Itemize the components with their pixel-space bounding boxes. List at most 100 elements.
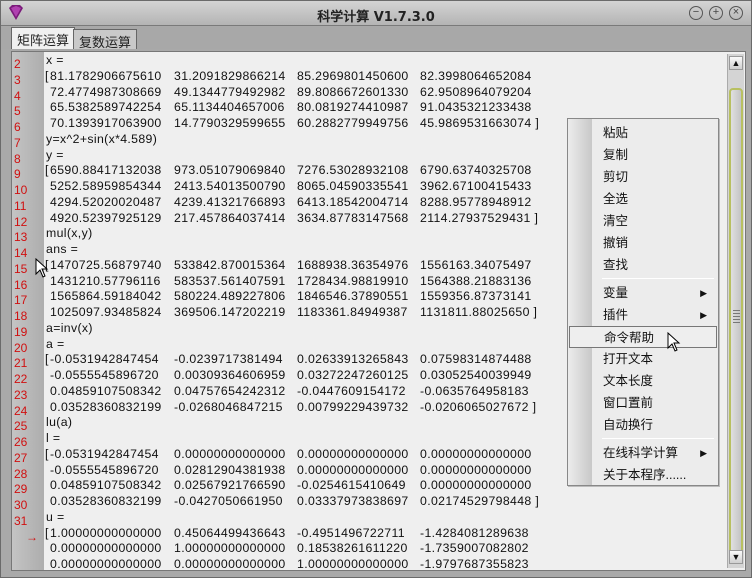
menu-item[interactable]: 插件 ▶ <box>569 304 717 326</box>
matrix-cell: 2413.54013500790 <box>174 179 286 193</box>
matrix-cell: 0.00000000000000 <box>420 478 532 493</box>
command-text: lu(a) <box>46 415 73 430</box>
matrix-cell: 1431210.57796116 <box>50 273 161 288</box>
matrix-cell: 7276.53028932108 <box>297 163 409 178</box>
menu-item[interactable]: 命令帮助 <box>569 326 717 348</box>
line-number-gutter: 2 3 4 5 6 7 8 9 10 11 12 13 14 15 16 17 18 19 20 21 22 23 24 25… <box>12 52 44 570</box>
matrix-cell: 0.07598314874488 <box>420 352 532 367</box>
matrix-bracket: [ <box>45 68 49 83</box>
menu-item[interactable]: 窗口置前 <box>569 392 717 414</box>
matrix-cell: 1470725.56879740 <box>50 257 162 272</box>
menu-item-label: 清空 <box>603 214 629 228</box>
line-number: 31 <box>14 513 28 528</box>
matrix-cell: 14.7790329599655 <box>174 116 286 130</box>
line-number: 13 <box>14 230 28 245</box>
matrix-cell: -0.0268046847215 <box>174 399 283 414</box>
matrix-cell: 1565864.59184042 <box>50 289 162 304</box>
vertical-scrollbar[interactable]: ▲ ▼ <box>727 54 744 568</box>
tab-bar: 矩阵运算 复数运算 <box>1 27 751 50</box>
matrix-cell: 6413.18542004714 <box>297 194 409 209</box>
tab-matrix[interactable]: 矩阵运算 <box>11 27 76 49</box>
matrix-cell: 65.5382589742254 <box>50 100 162 115</box>
menu-item[interactable]: 自动换行 <box>569 414 717 436</box>
matrix-cell: 533842.870015364 <box>174 257 286 272</box>
line-number: 22 <box>14 372 28 386</box>
menu-item-label: 打开文本 <box>603 352 654 366</box>
command-text: ans = <box>46 242 79 256</box>
matrix-cell: 3962.67100415433 <box>420 179 532 193</box>
matrix-cell: 1131811.88025650 ] <box>420 305 538 319</box>
matrix-cell: 0.03052540039949 <box>420 368 532 382</box>
grip-icon <box>733 310 740 324</box>
menu-item[interactable]: 清空 <box>569 210 717 232</box>
matrix-cell: 91.0435321233438 <box>420 100 532 115</box>
matrix-cell: 4239.41321766893 <box>174 194 286 209</box>
menu-item[interactable]: 复制 <box>569 144 717 166</box>
matrix-cell: 0.04859107508342 <box>50 478 162 493</box>
menu-item[interactable]: 变量 ▶ <box>569 282 717 304</box>
matrix-cell: 0.02633913265843 <box>297 352 409 367</box>
menu-item[interactable]: 查找 <box>569 254 717 276</box>
line-number: 28 <box>14 466 28 481</box>
line-number: 12 <box>14 214 28 229</box>
matrix-cell: -0.0206065027672 ] <box>420 399 537 414</box>
line-number: 26 <box>14 435 28 449</box>
matrix-cell: 0.45064499436643 <box>174 525 286 540</box>
menu-item[interactable]: 剪切 <box>569 166 717 188</box>
scroll-thumb[interactable] <box>729 88 743 554</box>
matrix-cell: 0.03337973838697 <box>297 494 409 508</box>
menu-item[interactable]: 全选 <box>569 188 717 210</box>
menu-item[interactable]: 关于本程序...... <box>569 464 717 486</box>
line-number: 25 <box>14 419 28 434</box>
line-number: 9 <box>14 167 21 182</box>
menu-item-label: 全选 <box>603 192 629 206</box>
maximize-icon[interactable]: + <box>709 6 723 20</box>
line-number: 24 <box>14 403 28 418</box>
matrix-cell: 0.00000000000000 <box>174 446 286 461</box>
matrix-cell: -0.0555545896720 <box>50 368 159 382</box>
app-window: 科学计算 V1.7.3.0 − + × 矩阵运算 复数运算 2 3 4 5 6 7 8 9 10… <box>0 0 752 578</box>
menu-item[interactable]: 粘贴 <box>569 122 717 144</box>
scroll-up-icon[interactable]: ▲ <box>729 56 743 70</box>
matrix-cell: 4294.52020020487 <box>50 194 162 209</box>
scroll-down-icon[interactable]: ▼ <box>729 550 743 564</box>
title-bar[interactable]: 科学计算 V1.7.3.0 − + × <box>1 1 751 26</box>
matrix-cell: 0.00799229439732 <box>297 399 409 414</box>
matrix-cell: -0.0531942847454 <box>50 446 159 461</box>
menu-item[interactable]: 撤销 <box>569 232 717 254</box>
matrix-cell: 5252.58959854344 <box>50 179 162 193</box>
matrix-cell: 1688938.36354976 <box>297 257 409 272</box>
matrix-cell: 45.9869531663074 ] <box>420 116 540 130</box>
menu-item[interactable]: 文本长度 <box>569 370 717 392</box>
line-number: 10 <box>14 183 28 197</box>
command-text: mul(x,y) <box>46 226 93 241</box>
minimize-icon[interactable]: − <box>689 6 703 20</box>
menu-separator <box>602 278 714 279</box>
line-number: 16 <box>14 277 28 292</box>
menu-item-label: 自动换行 <box>603 418 654 432</box>
matrix-cell: 49.1344779492982 <box>174 84 286 99</box>
matrix-cell: 0.04859107508342 <box>50 383 162 398</box>
line-number: 7 <box>14 135 21 150</box>
menu-item-label: 粘贴 <box>603 126 629 140</box>
matrix-cell: 0.02174529798448 ] <box>420 494 540 508</box>
matrix-cell: -0.0531942847454 <box>50 352 159 367</box>
close-icon[interactable]: × <box>729 6 743 20</box>
matrix-cell: 0.00309364606959 <box>174 368 286 382</box>
matrix-bracket: [ <box>45 352 49 367</box>
tab-complex[interactable]: 复数运算 <box>73 29 138 50</box>
line-number: 11 <box>14 198 27 213</box>
matrix-cell: 81.1782906675610 <box>50 68 162 83</box>
menu-item[interactable]: 在线科学计算 ▶ <box>569 442 717 464</box>
matrix-cell: 65.1134404657006 <box>174 100 285 115</box>
matrix-cell: 1.00000000000000 <box>174 541 286 556</box>
menu-item-label: 窗口置前 <box>603 396 654 410</box>
line-number: 6 <box>14 120 21 134</box>
line-number: 4 <box>14 88 21 103</box>
menu-item[interactable]: 打开文本 <box>569 348 717 370</box>
matrix-cell: 6590.88417132038 <box>50 163 162 178</box>
mouse-cursor-icon <box>667 332 681 352</box>
matrix-cell: -0.4951496722711 <box>297 525 405 540</box>
matrix-cell: 0.00000000000000 <box>50 557 162 570</box>
matrix-cell: 8288.95778948912 <box>420 194 532 209</box>
